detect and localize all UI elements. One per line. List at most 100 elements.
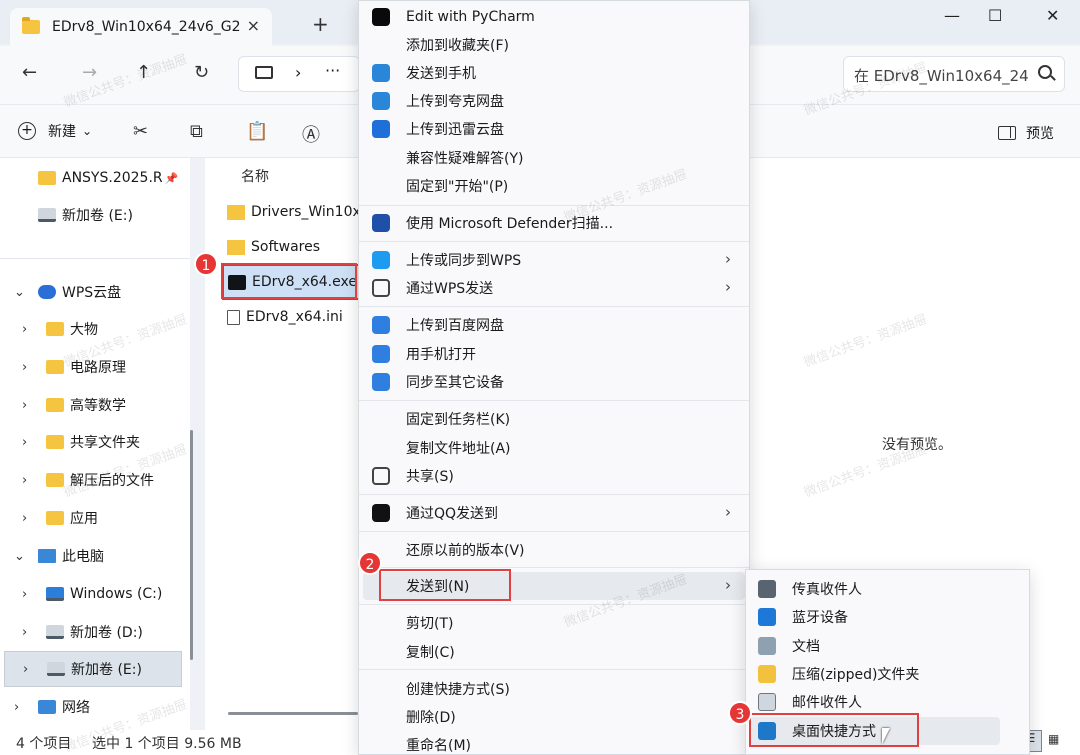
folder-icon (227, 239, 245, 255)
new-tab-button[interactable]: + (312, 12, 329, 36)
file-item-drivers[interactable]: Drivers_Win10x6 (227, 197, 370, 227)
sidebar-item-wps-cloud[interactable]: ⌄ WPS云盘 (0, 274, 190, 310)
menu-item-label: 发送到手机 (406, 66, 476, 82)
menu-item-xunlei[interactable]: 上传到迅雷云盘 (363, 115, 745, 143)
cut-icon[interactable]: ✂ (133, 121, 148, 142)
menu-item-delete[interactable]: 删除(D) (363, 703, 745, 731)
chevron-right-icon[interactable]: › (22, 587, 36, 602)
minimize-button[interactable]: — (944, 6, 960, 25)
menu-item-label: Edit with PyCharm (406, 9, 535, 25)
drive-icon (46, 625, 64, 639)
highlight-box-exe (221, 263, 357, 299)
forward-button[interactable]: → (82, 62, 97, 83)
up-button[interactable]: ↑ (136, 62, 151, 83)
menu-item-baidu[interactable]: 上传到百度网盘 (363, 311, 745, 339)
menu-item-copy-path[interactable]: 复制文件地址(A) (363, 434, 745, 462)
sidebar-item-extracted[interactable]: › 解压后的文件 (0, 462, 190, 498)
refresh-button[interactable]: ↻ (194, 62, 209, 83)
sidebar-item-drive-c[interactable]: › Windows (C:) (0, 576, 190, 612)
menu-item-rename[interactable]: 重命名(M) (363, 731, 745, 755)
tiles-view-button[interactable]: ▦ (1048, 732, 1068, 750)
chevron-right-icon[interactable]: › (22, 322, 36, 337)
chevron-down-icon[interactable]: ⌄ (14, 285, 28, 300)
new-button[interactable]: + 新建 ⌄ (18, 121, 92, 141)
bluetooth-icon (758, 608, 776, 626)
search-input[interactable]: 在 EDrv8_Win10x64_24 (843, 56, 1065, 92)
close-button[interactable]: ✕ (1046, 6, 1059, 25)
submenu-item-fax[interactable]: 传真收件人 (750, 575, 1000, 603)
paste-icon[interactable]: 📋 (246, 121, 268, 142)
back-button[interactable]: ← (22, 62, 37, 83)
file-item-edrv8-ini[interactable]: EDrv8_x64.ini (227, 302, 343, 332)
menu-item-pin-start[interactable]: 固定到"开始"(P) (363, 172, 745, 200)
menu-item-label: 剪切(T) (406, 616, 454, 632)
sidebar-item-drive-d[interactable]: › 新加卷 (D:) (0, 614, 190, 650)
submenu-item-zip[interactable]: 压缩(zipped)文件夹 (750, 660, 1000, 688)
menu-item-cut[interactable]: 剪切(T) (363, 609, 745, 637)
column-header-name[interactable]: 名称 (241, 166, 269, 186)
preview-label: 预览 (1026, 126, 1054, 142)
tab-explorer[interactable]: EDrv8_Win10x64_24v6_G2 × (10, 8, 272, 46)
sidebar-scrollbar[interactable] (190, 430, 193, 660)
blank-icon (372, 410, 390, 428)
menu-item-sync-devices[interactable]: 同步至其它设备 (363, 368, 745, 396)
chevron-down-icon[interactable]: ⌄ (14, 549, 28, 564)
chevron-right-icon[interactable]: › (22, 398, 36, 413)
sidebar-item-network[interactable]: › 网络 (0, 689, 190, 725)
more-breadcrumbs-button[interactable]: ··· (325, 61, 340, 80)
menu-item-favorites[interactable]: 添加到收藏夹(F) (363, 31, 745, 59)
preview-button[interactable]: 预览 (998, 123, 1054, 143)
blank-icon (372, 439, 390, 457)
sidebar-item-label: 电路原理 (70, 360, 126, 376)
submenu-item-mail[interactable]: 邮件收件人 (750, 688, 1000, 716)
tab-close-button[interactable]: × (247, 16, 260, 35)
horizontal-scrollbar[interactable] (228, 712, 358, 715)
sidebar-item-this-pc[interactable]: ⌄ 此电脑 (0, 538, 190, 574)
menu-item-pin-taskbar[interactable]: 固定到任务栏(K) (363, 405, 745, 433)
sidebar-item-math[interactable]: › 高等数学 (0, 387, 190, 423)
sidebar-item-drive-e-quick[interactable]: 新加卷 (E:) (0, 197, 190, 233)
sidebar-item-ansys[interactable]: ANSYS.2025.R 📌 (0, 160, 190, 196)
menu-item-share[interactable]: 共享(S) (363, 462, 745, 490)
chevron-right-icon[interactable]: › (23, 662, 37, 677)
menu-item-open-phone[interactable]: 用手机打开 (363, 340, 745, 368)
sidebar-item-shared[interactable]: › 共享文件夹 (0, 424, 190, 460)
step-badge-1: 1 (194, 252, 218, 276)
menu-item-create-shortcut[interactable]: 创建快捷方式(S) (363, 675, 745, 703)
menu-item-send-to-phone[interactable]: 发送到手机 (363, 59, 745, 87)
maximize-button[interactable]: ☐ (988, 6, 1002, 25)
menu-item-label: 还原以前的版本(V) (406, 543, 525, 559)
menu-item-wps-send[interactable]: 通过WPS发送 › (363, 274, 745, 302)
menu-item-compatibility[interactable]: 兼容性疑难解答(Y) (363, 144, 745, 172)
menu-item-copy[interactable]: 复制(C) (363, 638, 745, 666)
baidu-icon (372, 345, 390, 363)
folder-icon (46, 322, 64, 336)
chevron-right-icon[interactable]: › (22, 435, 36, 450)
chevron-right-icon[interactable]: › (22, 360, 36, 375)
sidebar-item-drive-e[interactable]: › 新加卷 (E:) (4, 651, 182, 687)
sidebar-item-circuit[interactable]: › 电路原理 (0, 349, 190, 385)
menu-item-label: 通过WPS发送 (406, 281, 494, 297)
copy-icon[interactable]: ⧉ (190, 121, 203, 142)
chevron-right-icon[interactable]: › (22, 511, 36, 526)
menu-item-defender[interactable]: 使用 Microsoft Defender扫描... (363, 209, 745, 237)
folder-icon (46, 511, 64, 525)
file-item-softwares[interactable]: Softwares (227, 232, 320, 262)
sidebar-item-dawu[interactable]: › 大物 (0, 311, 190, 347)
folder-icon (46, 360, 64, 374)
chevron-right-icon[interactable]: › (14, 700, 28, 715)
address-bar[interactable]: › ··· (238, 56, 360, 92)
rename-icon[interactable]: Ⓐ (302, 121, 320, 147)
menu-item-label: 兼容性疑难解答(Y) (406, 151, 524, 167)
menu-item-pycharm[interactable]: Edit with PyCharm (363, 3, 745, 31)
menu-item-qq-send[interactable]: 通过QQ发送到 › (363, 499, 745, 527)
menu-item-wps-sync[interactable]: 上传或同步到WPS › (363, 246, 745, 274)
submenu-item-label: 蓝牙设备 (792, 610, 848, 626)
chevron-right-icon[interactable]: › (22, 473, 36, 488)
submenu-item-bluetooth[interactable]: 蓝牙设备 (750, 603, 1000, 631)
menu-item-quark[interactable]: 上传到夸克网盘 (363, 87, 745, 115)
submenu-item-documents[interactable]: 文档 (750, 632, 1000, 660)
chevron-right-icon[interactable]: › (22, 625, 36, 640)
menu-item-restore[interactable]: 还原以前的版本(V) (363, 536, 745, 564)
sidebar-item-apps[interactable]: › 应用 (0, 500, 190, 536)
